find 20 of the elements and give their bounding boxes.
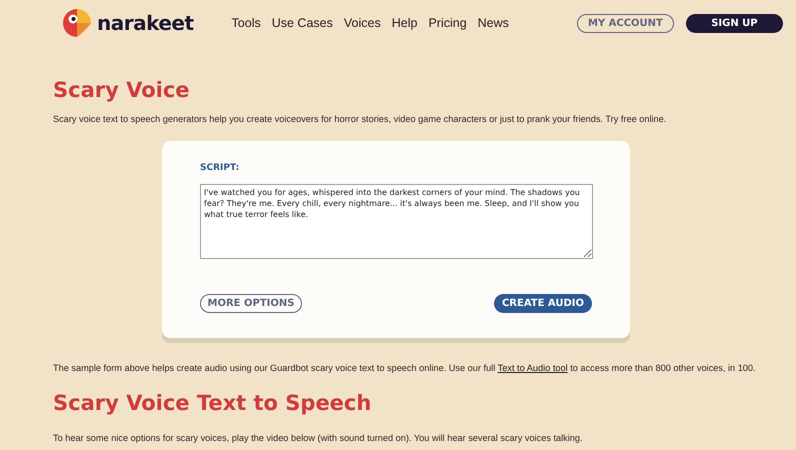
page-title: Scary Voice — [53, 78, 191, 102]
nav-link[interactable]: Voices — [344, 16, 381, 30]
script-label: SCRIPT: — [200, 163, 240, 173]
section-title: Scary Voice Text to Speech — [53, 391, 372, 415]
more-options-button[interactable]: MORE OPTIONS — [200, 294, 302, 313]
body-text: To hear some nice options for scary voices, play the video below (with sound turned on). You will hear several scary voices talking. — [53, 433, 584, 443]
logo-text[interactable]: narakeet — [97, 10, 194, 34]
intro-text: Scary voice text to speech generators help you create voiceovers for horror stories, video game characters or just to prank your friends. Try free online. — [53, 114, 668, 124]
text-to-audio-link[interactable]: Text to Audio tool — [498, 363, 568, 373]
sign-up-button[interactable]: SIGN UP — [686, 14, 783, 32]
nav-link[interactable]: News — [478, 16, 509, 30]
description-text: The sample form above helps create audio using our Guardbot scary voice text to speech online. Use our full Text to Audio tool to access more than 800 other voices, in 100. — [53, 363, 757, 373]
create-audio-button[interactable]: CREATE AUDIO — [494, 294, 592, 313]
script-field[interactable]: I've watched you for ages, whispered into the darkest corners of your mind. The shadows you fear? They're me. Every chill, every nightmare... it's always been me. Sleep, and I'll show you what true terror feels like. — [200, 184, 593, 259]
my-account-button[interactable]: MY ACCOUNT — [576, 14, 674, 32]
nav-link[interactable]: Help — [392, 16, 418, 30]
nav-link[interactable]: Tools — [232, 16, 261, 30]
nav-link[interactable]: Pricing — [428, 16, 467, 30]
parrot-logo-icon[interactable] — [62, 8, 92, 38]
nav-link[interactable]: Use Cases — [272, 16, 333, 30]
